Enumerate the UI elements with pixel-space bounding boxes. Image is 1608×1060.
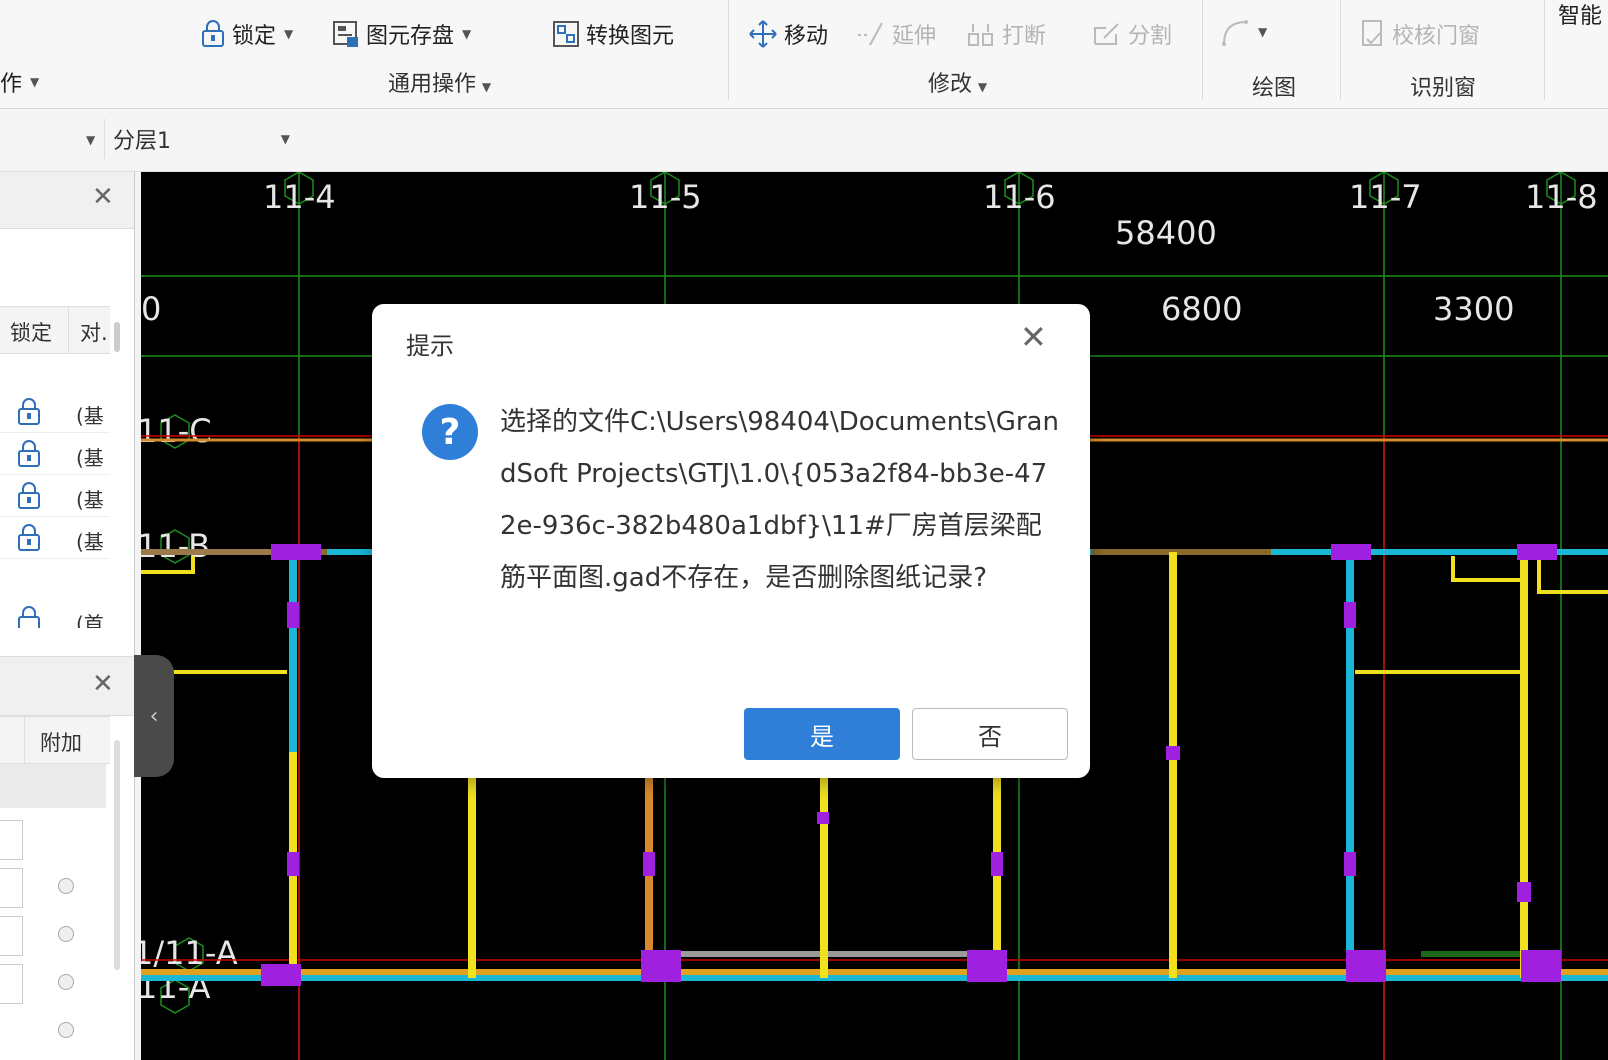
move-icon <box>749 20 777 48</box>
layer-toolbar: ▼ 分层1 ▼ <box>0 109 1608 172</box>
yes-button[interactable]: 是 <box>744 708 900 760</box>
ribbon-separator <box>1544 0 1545 100</box>
extend-icon <box>858 22 883 46</box>
column-lock: 锁定 <box>10 321 52 345</box>
scrollbar[interactable] <box>114 740 120 970</box>
dialog-message: 选择的文件C:\Users\98404\Documents\GrandSoft … <box>500 407 1059 593</box>
prompt-dialog: 提示 ✕ ? 选择的文件C:\Users\98404\Documents\Gra… <box>372 304 1090 778</box>
axis-label: 11-B <box>141 527 210 565</box>
dropdown-caret-icon[interactable]: ▼ <box>86 133 95 147</box>
axis-label: 11-4 <box>263 178 336 216</box>
convert-icon <box>553 21 579 47</box>
ribbon: 作 ▼ 锁定 ▼ 图元存盘 ▼ 转换图元 移动 延伸 打断 分割 ▼ 校核门窗 智能 … <box>0 0 1608 109</box>
axis-label: 11-7 <box>1349 178 1422 216</box>
close-icon[interactable]: ✕ <box>92 182 114 212</box>
no-button[interactable]: 否 <box>912 708 1068 760</box>
move-button[interactable]: 移动 <box>748 18 828 50</box>
ribbon-separator <box>728 0 729 100</box>
radio-button[interactable] <box>58 974 74 990</box>
smart-button[interactable]: 智能 <box>1558 0 1602 30</box>
ribbon-separator <box>1202 0 1203 100</box>
radio-button[interactable] <box>58 926 74 942</box>
lock-icon[interactable] <box>16 524 42 552</box>
radio-button[interactable] <box>58 878 74 894</box>
check-door-window-button[interactable]: 校核门窗 <box>1360 18 1480 50</box>
arc-icon <box>1222 20 1248 46</box>
lock-icon <box>202 20 224 47</box>
panel-column-header: 附加 <box>0 716 110 764</box>
panel-collapse-tab[interactable]: ‹ <box>134 655 174 777</box>
close-icon[interactable]: ✕ <box>1020 318 1047 356</box>
left-panel: ✕ 锁定 对. (基 (基 (基 (基 (首 ✕ 附加 <box>0 172 135 1060</box>
list-item[interactable]: (基 <box>0 434 110 475</box>
lock-icon[interactable] <box>16 440 42 468</box>
panel-header: ✕ <box>0 172 134 229</box>
group-modify[interactable]: 修改 ▼ <box>928 66 987 98</box>
break-button[interactable]: 打断 <box>966 18 1046 50</box>
dimension-total: 58400 <box>1115 214 1217 252</box>
group-recognize: 识别窗 <box>1410 76 1477 101</box>
scrollbar[interactable] <box>114 322 120 352</box>
list-item[interactable]: (基 <box>0 476 110 517</box>
list-item[interactable]: (首 <box>0 602 110 628</box>
list-item[interactable]: (基 <box>0 518 110 559</box>
property-cell[interactable] <box>0 820 23 860</box>
extend-button[interactable]: 延伸 <box>856 18 936 50</box>
split-button[interactable]: 分割 <box>1092 18 1172 50</box>
save-elements-icon <box>333 21 358 47</box>
panel-header: ✕ <box>0 656 134 716</box>
dimension-label: 0 <box>141 290 161 328</box>
lock-icon[interactable] <box>16 398 42 426</box>
split-icon <box>1094 23 1119 45</box>
draw-arc-button[interactable]: ▼ <box>1220 18 1267 46</box>
ribbon-cut-item[interactable]: 作 ▼ <box>0 66 39 98</box>
lock-button[interactable]: 锁定 ▼ <box>200 18 293 50</box>
dialog-title: 提示 <box>406 332 454 360</box>
dimension-label: 3300 <box>1433 290 1514 328</box>
axis-label: 1/11-A <box>141 934 238 972</box>
property-cell[interactable] <box>0 916 23 956</box>
group-general[interactable]: 通用操作 ▼ <box>388 66 491 98</box>
lock-icon[interactable] <box>16 482 42 510</box>
property-cell[interactable] <box>0 868 23 908</box>
axis-label: 11-6 <box>983 178 1056 216</box>
convert-elements-button[interactable]: 转换图元 <box>552 18 674 50</box>
axis-label: 11-C <box>141 412 212 450</box>
save-elements-button[interactable]: 图元存盘 ▼ <box>332 18 471 50</box>
group-draw: 绘图 <box>1252 76 1297 101</box>
check-icon <box>1362 20 1382 46</box>
panel-column-header: 锁定 对. <box>0 306 110 354</box>
selected-row[interactable] <box>0 764 106 808</box>
list-item[interactable]: (基 <box>0 392 110 433</box>
lock-icon[interactable] <box>16 606 42 628</box>
radio-button[interactable] <box>58 1022 74 1038</box>
close-icon[interactable]: ✕ <box>92 669 114 699</box>
axis-label: 11-5 <box>629 178 702 216</box>
chevron-left-icon: ‹ <box>149 703 159 729</box>
break-icon <box>968 24 993 46</box>
property-cell[interactable] <box>0 964 23 1004</box>
column-align: 对. <box>80 321 108 345</box>
column-attach: 附加 <box>40 731 82 755</box>
ribbon-separator <box>1340 0 1341 100</box>
question-icon: ? <box>422 404 478 460</box>
axis-label: 11-8 <box>1525 178 1598 216</box>
dimension-label: 6800 <box>1161 290 1242 328</box>
layer-select[interactable]: 分层1 ▼ <box>104 119 298 159</box>
